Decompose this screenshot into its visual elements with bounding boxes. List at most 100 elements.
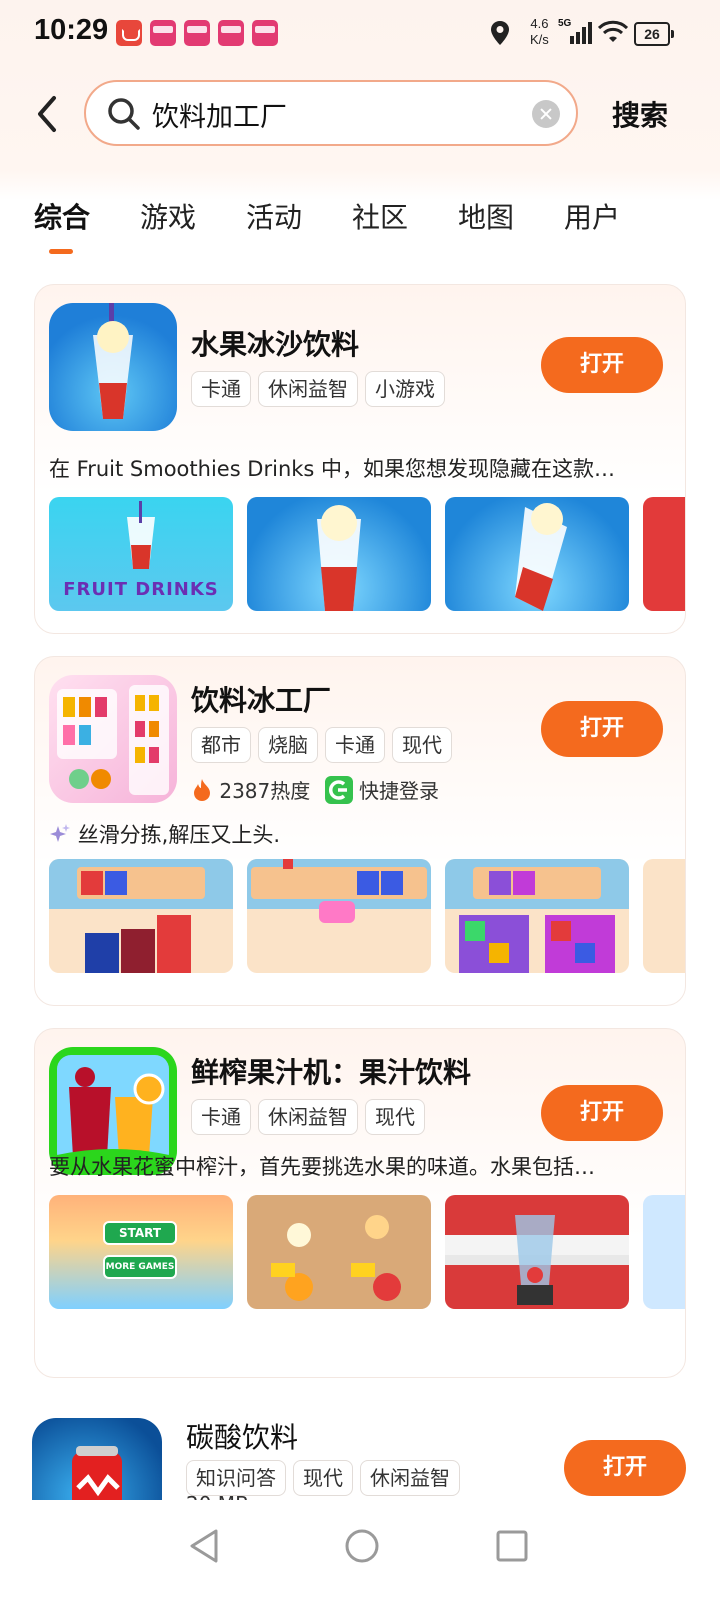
tag-row: 知识问答 现代 休闲益智 — [186, 1460, 467, 1496]
screenshot[interactable] — [643, 1195, 685, 1309]
drink-shelf-image — [57, 685, 169, 795]
app-description: 要从水果花蜜中榨汁，首先要挑选水果的味道。水果包括… — [49, 1155, 595, 1179]
block-sort-image — [445, 859, 629, 973]
screenshot-caption: FRUIT DRINKS — [63, 579, 219, 600]
network-speed-unit: K/s — [530, 32, 549, 47]
nav-home-button[interactable] — [344, 1528, 380, 1568]
smoothie-glass-image — [127, 501, 155, 569]
heat-count: 2387热度 — [219, 779, 311, 803]
tag[interactable]: 现代 — [365, 1099, 425, 1135]
screenshot[interactable] — [247, 1195, 431, 1309]
result-card[interactable]: 碳酸饮料 知识问答现代休闲益智 20 MB 打开 — [0, 1400, 720, 1500]
screenshot[interactable] — [49, 859, 233, 973]
tab-events[interactable]: 活动 — [246, 196, 302, 236]
app-title: 饮料冰工厂 — [191, 684, 332, 717]
tag-row: 卡通 休闲益智 现代 — [191, 1099, 432, 1135]
smoothie-glass-image — [93, 303, 133, 419]
start-button-image: START — [103, 1221, 177, 1245]
battery-level: 26 — [634, 22, 674, 46]
screenshot[interactable] — [445, 1195, 629, 1309]
tag[interactable]: 知识问答 — [186, 1460, 286, 1496]
tag[interactable]: 休闲益智 — [360, 1460, 460, 1496]
status-bar: 10:29 4.6 K/s 5G 26 — [0, 0, 720, 70]
search-submit-button[interactable]: 搜索 — [612, 94, 668, 134]
nav-recents-button[interactable] — [496, 1530, 528, 1566]
app-size: 20 MB — [186, 1492, 249, 1500]
tab-community[interactable]: 社区 — [352, 196, 408, 236]
search-input[interactable] — [152, 94, 512, 134]
screenshot-strip[interactable] — [49, 859, 685, 973]
tab-users[interactable]: 用户 — [564, 196, 620, 236]
screenshot[interactable] — [445, 497, 629, 611]
tab-maps[interactable]: 地图 — [458, 196, 514, 236]
result-card[interactable]: 鲜榨果汁机：果汁饮料 卡通 休闲益智 现代 打开 要从水果花蜜中榨汁，首先要挑选水果… — [34, 1028, 686, 1378]
screenshot-strip[interactable]: FRUIT DRINKS — [49, 497, 685, 611]
open-button[interactable]: 打开 — [541, 337, 663, 393]
network-speed-value: 4.6 — [530, 16, 549, 31]
tag[interactable]: 现代 — [392, 727, 452, 763]
missed-call-notification-icon — [116, 20, 142, 46]
app-description: 在 Fruit Smoothies Drinks 中，如果您想发现隐藏在这款… — [49, 457, 616, 481]
result-tabs: 综合 游戏 活动 社区 地图 用户 — [0, 196, 720, 260]
system-navigation-bar — [0, 1500, 720, 1600]
fire-icon — [194, 779, 210, 801]
open-button[interactable]: 打开 — [564, 1440, 686, 1496]
sparkle-icon — [50, 824, 70, 842]
smoothie-glass-image — [515, 503, 567, 611]
screenshot[interactable] — [643, 497, 685, 611]
tag[interactable]: 卡通 — [325, 727, 385, 763]
app-description: 丝滑分拣,解压又上头. — [49, 819, 669, 849]
clear-search-button[interactable] — [532, 100, 560, 128]
wifi-icon — [598, 20, 628, 42]
tag[interactable]: 现代 — [293, 1460, 353, 1496]
square-recents-icon — [496, 1530, 528, 1562]
app-notification-icon — [184, 20, 210, 46]
screenshot-strip[interactable]: START MORE GAMES — [49, 1195, 685, 1309]
app-icon — [49, 675, 177, 803]
tab-overview[interactable]: 综合 — [34, 196, 90, 236]
fruit-selection-image — [271, 1215, 401, 1301]
app-notification-icon — [150, 20, 176, 46]
tag[interactable]: 都市 — [191, 727, 251, 763]
cellular-signal-icon — [570, 22, 592, 44]
screenshot[interactable]: FRUIT DRINKS — [49, 497, 233, 611]
back-arrow-icon — [38, 96, 56, 132]
result-card[interactable]: 饮料冰工厂 都市 烧脑 卡通 现代 2387热度 快捷登录 打开 丝滑分拣,解压又上头… — [34, 656, 686, 1006]
open-button[interactable]: 打开 — [541, 701, 663, 757]
screenshot[interactable] — [247, 859, 431, 973]
app-title: 鲜榨果汁机：果汁饮料 — [191, 1056, 472, 1089]
app-title: 碳酸饮料 — [186, 1421, 299, 1454]
app-title: 水果冰沙饮料 — [191, 328, 360, 361]
location-icon — [491, 21, 509, 45]
tab-games[interactable]: 游戏 — [140, 196, 196, 236]
tag[interactable]: 卡通 — [191, 1099, 251, 1135]
kitchen-blender-image — [445, 1195, 629, 1309]
circle-home-icon — [345, 1529, 379, 1563]
app-icon — [32, 1418, 162, 1500]
screenshot[interactable] — [445, 859, 629, 973]
triangle-back-icon — [190, 1529, 218, 1563]
more-games-button-image: MORE GAMES — [103, 1255, 177, 1279]
nav-back-button[interactable] — [188, 1528, 220, 1568]
screen: 10:29 4.6 K/s 5G 26 饮料加工厂 搜索 综合 游戏 活动 社区… — [0, 0, 720, 1600]
screenshot[interactable] — [643, 859, 685, 973]
result-card[interactable]: 水果冰沙饮料 卡通 休闲益智 小游戏 打开 在 Fruit Smoothies Dr… — [34, 284, 686, 634]
app-notification-icon — [252, 20, 278, 46]
screenshot[interactable] — [247, 497, 431, 611]
quick-login-icon — [324, 776, 353, 804]
soda-can-image — [72, 1446, 122, 1500]
tag[interactable]: 烧脑 — [258, 727, 318, 763]
block-sort-image — [49, 859, 233, 973]
search-box[interactable] — [84, 80, 578, 146]
back-button[interactable] — [28, 90, 68, 138]
smoothie-glass-image — [317, 505, 361, 611]
quick-login-label: 快捷登录 — [358, 779, 439, 803]
open-button[interactable]: 打开 — [541, 1085, 663, 1141]
tag[interactable]: 休闲益智 — [258, 371, 358, 407]
app-description-text: 丝滑分拣,解压又上头. — [77, 823, 281, 847]
tag[interactable]: 休闲益智 — [258, 1099, 358, 1135]
screenshot[interactable]: START MORE GAMES — [49, 1195, 233, 1309]
tag[interactable]: 小游戏 — [365, 371, 445, 407]
search-icon — [108, 98, 140, 130]
tag[interactable]: 卡通 — [191, 371, 251, 407]
